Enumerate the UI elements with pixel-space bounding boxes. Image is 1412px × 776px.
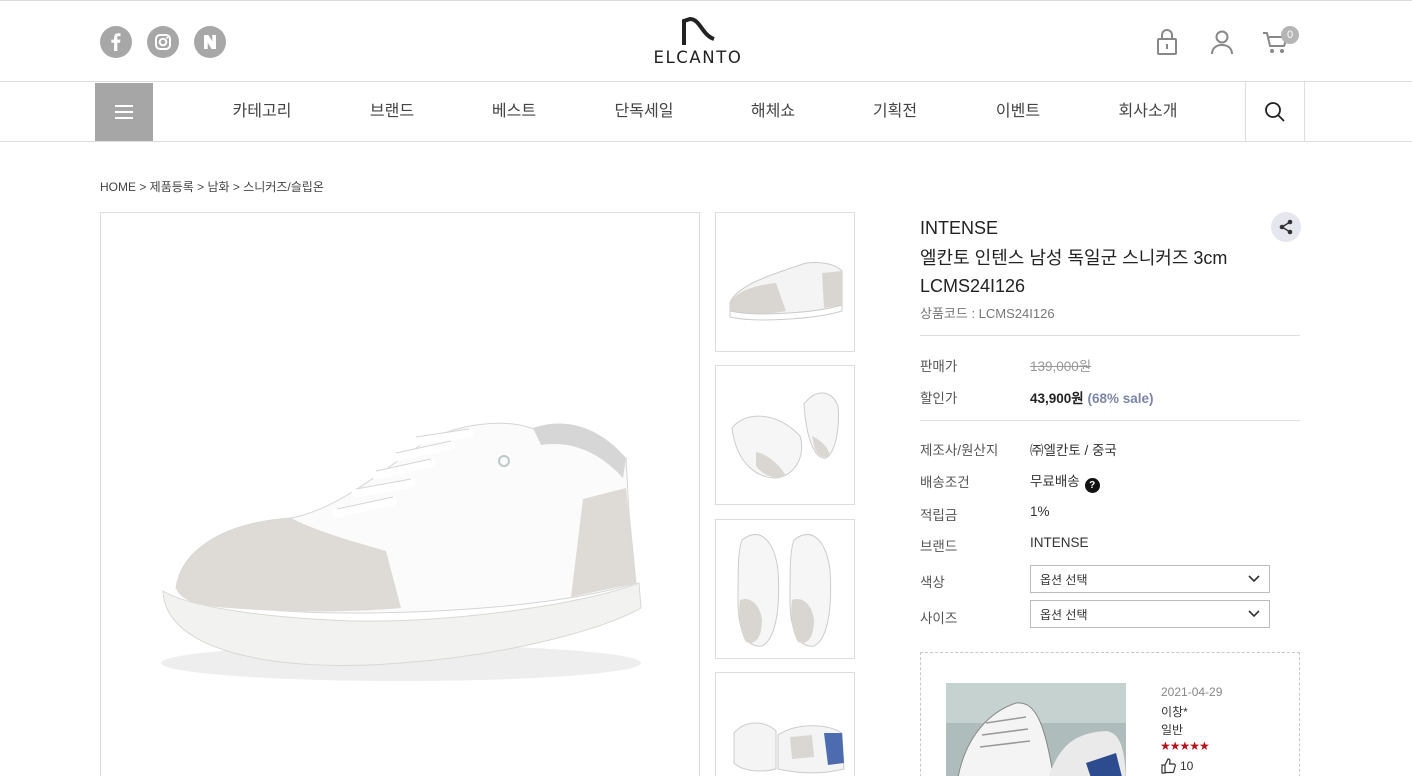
review-like-count: 10 (1180, 759, 1194, 773)
user-icon[interactable] (1206, 25, 1238, 59)
share-button[interactable] (1271, 212, 1301, 242)
lock-icon[interactable] (1151, 25, 1183, 59)
nav-item-brand[interactable]: 브랜드 (352, 82, 432, 142)
search-icon (1265, 102, 1285, 122)
review-author: 이창* (1161, 705, 1188, 719)
info-divider (920, 335, 1300, 336)
share-icon (1279, 219, 1293, 235)
nav-item-exclusive-sale[interactable]: 단독세일 (600, 82, 688, 142)
info-divider (920, 420, 1300, 421)
help-icon[interactable]: ? (1084, 478, 1100, 493)
brand-label: 브랜드 (920, 539, 958, 554)
original-price: 139,000원 (1030, 359, 1092, 374)
nav-item-category[interactable]: 카테고리 (222, 82, 302, 142)
breadcrumb: HOME > 제품등록 > 남화 > 스니커즈/슬립온 (100, 180, 324, 194)
points-value: 1% (1030, 504, 1050, 519)
hamburger-menu-button[interactable] (95, 83, 153, 141)
thumbs-up-icon (1161, 758, 1176, 774)
naver-icon[interactable] (194, 26, 226, 58)
thumbnail-3[interactable] (715, 519, 855, 659)
maker-value: ㈜엘칸토 / 중국 (1030, 443, 1117, 458)
facebook-icon[interactable] (100, 26, 132, 58)
nav-item-best[interactable]: 베스트 (474, 82, 554, 142)
review-date: 2021-04-29 (1161, 685, 1223, 699)
sale-price: 43,900원 (1030, 391, 1084, 406)
cart-count-badge: 0 (1281, 26, 1299, 44)
shipping-value: 무료배송 (1030, 474, 1080, 489)
sale-percent: (68% sale) (1087, 391, 1154, 406)
brand-value: INTENSE (1030, 535, 1089, 550)
size-select[interactable]: 옵션 선택 (1030, 600, 1270, 628)
logo-text: ELCANTO (653, 48, 743, 67)
chevron-down-icon (1248, 575, 1260, 583)
points-label: 적립금 (920, 508, 958, 523)
color-select[interactable]: 옵션 선택 (1030, 565, 1270, 593)
search-button[interactable] (1245, 82, 1305, 142)
color-select-value: 옵션 선택 (1040, 572, 1088, 587)
main-product-image[interactable] (100, 212, 700, 776)
color-label: 색상 (920, 575, 945, 590)
logo-mark-icon (682, 17, 715, 45)
main-nav: 카테고리 브랜드 베스트 단독세일 해체쇼 기획전 이벤트 회사소개 (0, 82, 1412, 142)
product-title: 엘칸토 인텐스 남성 독일군 스니커즈 3cm LCMS24I126 (920, 248, 1228, 296)
product-brand: INTENSE (920, 218, 999, 238)
review-stars: ★★★★★ (1160, 739, 1210, 753)
thumbnail-2[interactable] (715, 365, 855, 505)
elcanto-logo[interactable]: ELCANTO (648, 17, 748, 69)
nav-item-dismantle-show[interactable]: 해체쇼 (733, 82, 813, 142)
review-type: 일반 (1161, 723, 1184, 737)
size-label: 사이즈 (920, 611, 958, 626)
nav-item-company[interactable]: 회사소개 (1104, 82, 1192, 142)
chevron-down-icon (1248, 610, 1260, 618)
price-label: 판매가 (920, 359, 958, 374)
shipping-row: 무료배송? (1030, 470, 1100, 493)
nav-item-event[interactable]: 이벤트 (978, 82, 1058, 142)
nav-item-exhibition[interactable]: 기획전 (855, 82, 935, 142)
thumbnail-1[interactable] (715, 212, 855, 352)
sale-price-label: 할인가 (920, 391, 958, 406)
sale-price-row: 43,900원 (68% sale) (1030, 387, 1154, 407)
shipping-label: 배송조건 (920, 475, 970, 490)
instagram-icon[interactable] (147, 26, 179, 58)
product-code: 상품코드 : LCMS24I126 (920, 306, 1055, 321)
hamburger-icon (115, 105, 133, 119)
size-select-value: 옵션 선택 (1040, 607, 1088, 622)
thumbnail-4[interactable] (715, 672, 855, 776)
review-like-button[interactable]: 10 (1160, 758, 1193, 774)
site-header: ELCANTO 0 (0, 1, 1412, 82)
review-photo[interactable] (946, 683, 1126, 776)
maker-label: 제조사/원산지 (920, 443, 999, 458)
